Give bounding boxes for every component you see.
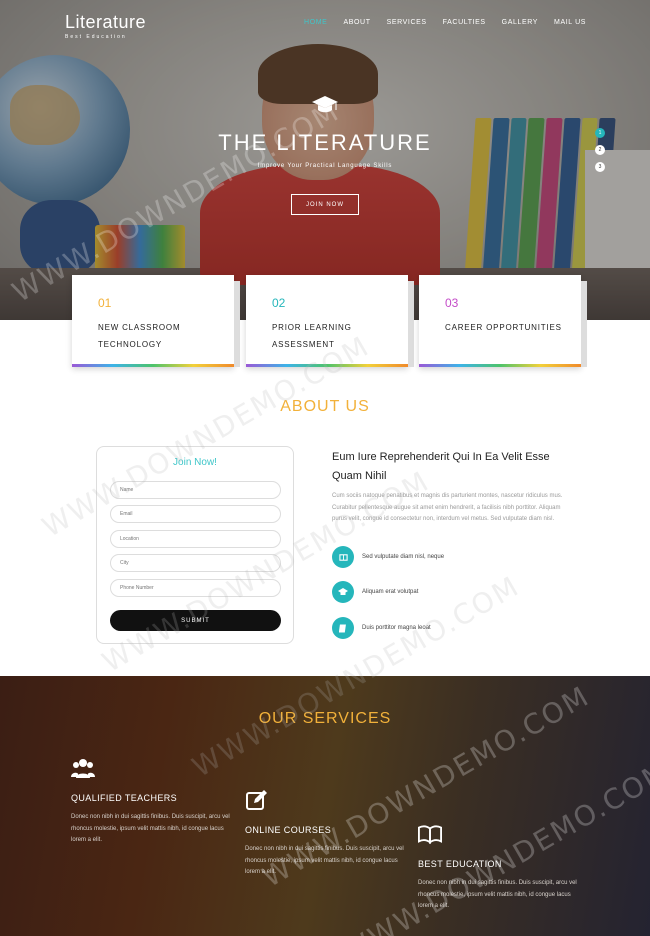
about-item-label: Aliquam erat volutpat [362, 589, 419, 595]
feature-title: CAREER OPPORTUNITIES [445, 323, 562, 332]
feature-card-1[interactable]: 01 NEW CLASSROOM TECHNOLOGY [72, 275, 240, 367]
open-book-icon [418, 825, 442, 845]
feature-title: PRIOR LEARNING ASSESSMENT [272, 323, 352, 349]
notebook-icon [332, 617, 354, 639]
form-title: Join Now! [173, 457, 217, 468]
join-now-button[interactable]: JOIN NOW [291, 194, 359, 215]
service-description: Donec non nibh in dui sagittis finibus. … [418, 880, 577, 909]
feature-cards: 01 NEW CLASSROOM TECHNOLOGY 02 PRIOR LEA… [72, 275, 588, 369]
name-input[interactable] [110, 481, 281, 499]
service-description: Donec non nibh in dui sagittis finibus. … [71, 814, 230, 843]
hero-overlay [0, 0, 650, 320]
about-list-item: Duis porttitor magna leoat [332, 617, 572, 639]
hero-title: THE LITERATURE [218, 130, 432, 155]
about-item-label: Sed vulputate diam nisl, neque [362, 554, 445, 560]
nav-services[interactable]: SERVICES [387, 19, 427, 26]
slide-dot-3[interactable]: 3 [595, 162, 605, 172]
nav-mail-us[interactable]: MAIL US [554, 19, 586, 26]
location-input[interactable] [110, 530, 281, 548]
slide-dot-2[interactable]: 2 [595, 145, 605, 155]
hero-banner [0, 0, 650, 320]
services-title: OUR SERVICES [258, 710, 392, 727]
about-section-title: ABOUT US [280, 398, 370, 415]
feature-number: 01 [98, 296, 112, 310]
about-list-item: Aliquam erat volutpat [332, 581, 572, 603]
about-heading: Eum Iure Reprehenderit Qui In Ea Velit E… [332, 451, 550, 482]
feature-number: 03 [445, 296, 459, 310]
slider-pagination: 1 2 3 [595, 128, 605, 172]
slide-dot-1[interactable]: 1 [595, 128, 605, 138]
graduation-cap-icon [332, 581, 354, 603]
feature-title: NEW CLASSROOM TECHNOLOGY [98, 323, 181, 349]
service-title: ONLINE COURSES [245, 825, 332, 835]
hero-subtitle: Improve Your Practical Language Skills [257, 163, 393, 169]
edit-icon [246, 790, 267, 810]
service-item-best-education[interactable]: BEST EDUCATION Donec non nibh in dui sag… [418, 822, 583, 913]
brand-logo[interactable]: Literature Best Education [65, 12, 146, 40]
submit-button[interactable]: SUBMIT [110, 610, 281, 631]
feature-color-bar [419, 364, 581, 367]
feature-card-2[interactable]: 02 PRIOR LEARNING ASSESSMENT [246, 275, 414, 367]
service-item-qualified-teachers[interactable]: QUALIFIED TEACHERS Donec non nibh in dui… [71, 756, 236, 847]
brand-title: Literature [65, 12, 147, 32]
main-nav: HOME ABOUT SERVICES FACULTIES GALLERY MA… [288, 19, 586, 26]
feature-color-bar [246, 364, 408, 367]
feature-color-bar [72, 364, 234, 367]
email-input[interactable] [110, 505, 281, 523]
service-title: BEST EDUCATION [418, 859, 502, 869]
feature-number: 02 [272, 296, 286, 310]
nav-home[interactable]: HOME [304, 19, 327, 26]
about-paragraph: Cum sociis natoque penatibus et magnis d… [332, 493, 563, 522]
service-description: Donec non nibh in dui sagittis finibus. … [245, 846, 404, 875]
city-input[interactable] [110, 554, 281, 572]
join-form: Join Now! SUBMIT [96, 446, 294, 644]
users-icon [71, 759, 95, 778]
feature-card-3[interactable]: 03 CAREER OPPORTUNITIES [419, 275, 587, 367]
nav-about[interactable]: ABOUT [343, 19, 370, 26]
nav-gallery[interactable]: GALLERY [502, 19, 538, 26]
brand-subtitle: Best Education [65, 34, 127, 40]
graduation-cap-icon [312, 96, 338, 113]
service-item-online-courses[interactable]: ONLINE COURSES Donec non nibh in dui sag… [245, 788, 410, 879]
about-list-item: Sed vulputate diam nisl, neque [332, 546, 572, 568]
book-icon [332, 546, 354, 568]
phone-number-input[interactable] [110, 579, 281, 597]
nav-faculties[interactable]: FACULTIES [443, 19, 486, 26]
services-section: OUR SERVICES QUALIFIED TEACHERS Donec no… [0, 676, 650, 936]
service-title: QUALIFIED TEACHERS [71, 793, 178, 803]
about-item-label: Duis porttitor magna leoat [362, 625, 431, 631]
